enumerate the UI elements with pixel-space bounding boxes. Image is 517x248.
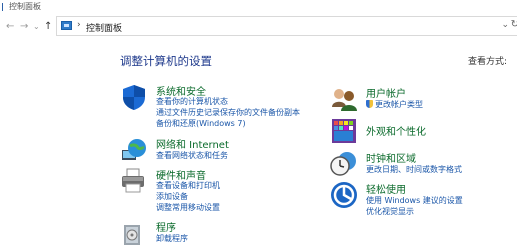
recent-locations-button[interactable]: ⌄ — [33, 22, 40, 32]
network-globe-icon — [122, 139, 146, 160]
breadcrumb-separator[interactable]: › — [77, 20, 81, 30]
link-uninstall-program[interactable]: 卸载程序 — [156, 233, 188, 244]
users-icon — [332, 89, 357, 111]
printer-icon — [122, 168, 144, 193]
shield-icon — [123, 85, 145, 110]
refresh-button[interactable]: ↻ — [511, 19, 517, 30]
uac-shield-icon — [366, 100, 373, 108]
category-title[interactable]: 轻松使用 — [366, 181, 406, 196]
control-panel-icon — [61, 21, 72, 30]
back-button[interactable]: ← — [6, 22, 14, 32]
palette-icon — [332, 119, 356, 143]
programs-disc-icon — [124, 225, 140, 245]
category-title[interactable]: 网络和 Internet — [156, 136, 229, 151]
link-network-status[interactable]: 查看网络状态和任务 — [156, 150, 228, 161]
category-title[interactable]: 外观和个性化 — [366, 123, 426, 138]
address-bar[interactable]: › 控制面板 ⌄ ↻ — [56, 16, 517, 36]
category-title[interactable]: 时钟和区域 — [366, 150, 416, 165]
link-text: 更改帐户类型 — [375, 100, 423, 109]
clock-globe-icon — [330, 152, 356, 176]
ease-of-access-icon — [331, 182, 357, 208]
forward-button[interactable]: → — [20, 22, 28, 32]
page-title: 调整计算机的设置 — [120, 54, 212, 68]
category-title[interactable]: 程序 — [156, 219, 176, 234]
window-title: 控制面板 — [9, 2, 41, 11]
link-optimize-visual-display[interactable]: 优化视觉显示 — [366, 206, 414, 217]
breadcrumb-control-panel[interactable]: 控制面板 — [86, 21, 122, 34]
app-icon — [2, 3, 9, 11]
address-dropdown-button[interactable]: ⌄ — [501, 20, 509, 30]
link-view-computer-status[interactable]: 查看你的计算机状态 — [156, 96, 228, 107]
link-change-account-type[interactable]: 更改帐户类型 — [366, 99, 423, 110]
link-file-history[interactable]: 通过文件历史记录保存你的文件备份副本 — [156, 107, 300, 118]
category-title[interactable]: 用户帐户 — [366, 85, 406, 100]
link-mobility-settings[interactable]: 调整常用移动设置 — [156, 202, 220, 213]
link-windows-suggested-settings[interactable]: 使用 Windows 建议的设置 — [366, 195, 463, 206]
link-add-device[interactable]: 添加设备 — [156, 191, 188, 202]
up-button[interactable]: ↑ — [44, 22, 52, 32]
link-backup-restore[interactable]: 备份和还原(Windows 7) — [156, 118, 246, 129]
link-devices-printers[interactable]: 查看设备和打印机 — [156, 180, 220, 191]
link-change-date-time-format[interactable]: 更改日期、时间或数字格式 — [366, 164, 462, 175]
view-by-label: 查看方式: — [468, 57, 508, 67]
title-bar: 控制面板 — [0, 0, 517, 14]
